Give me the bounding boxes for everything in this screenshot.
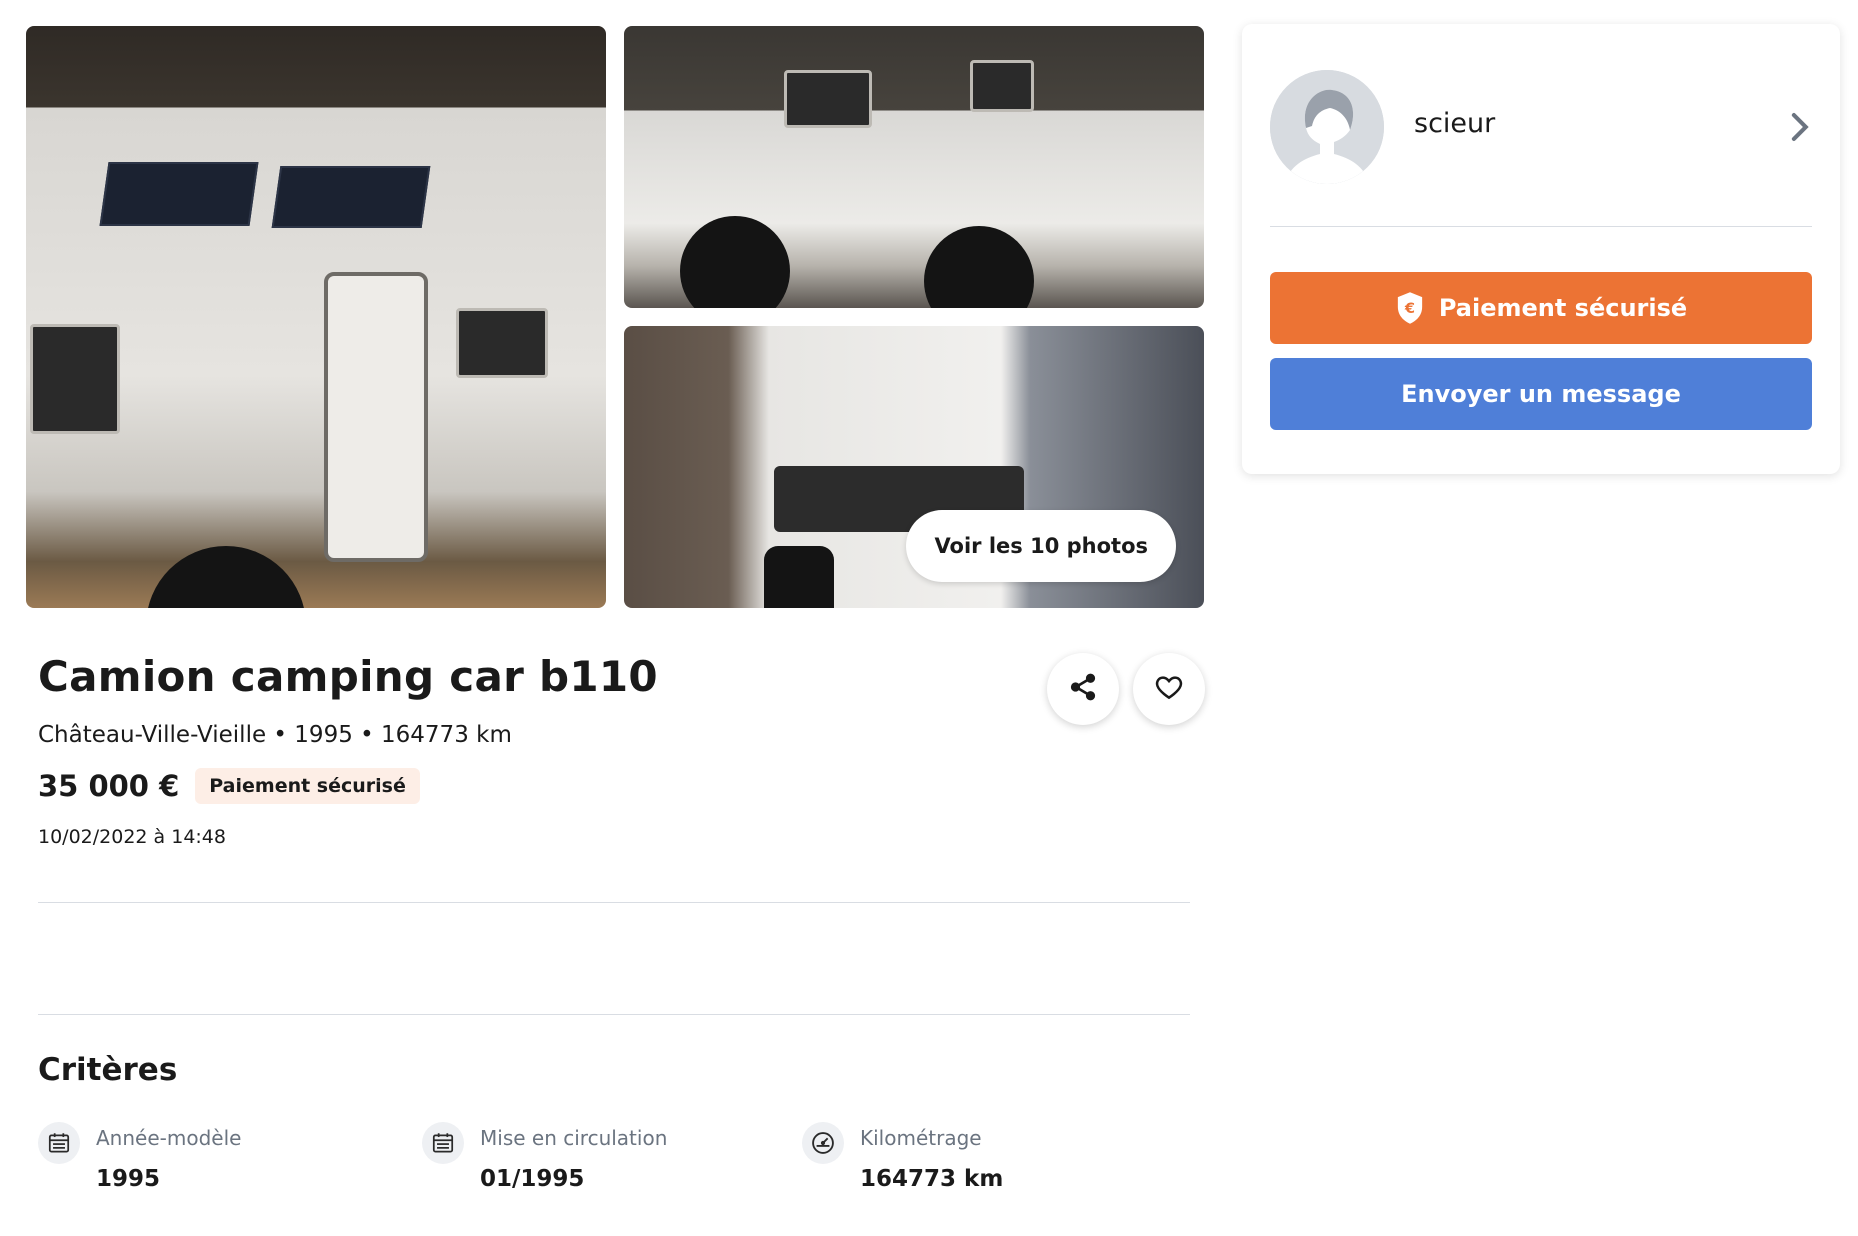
send-message-button[interactable]: Envoyer un message [1270, 358, 1812, 430]
seller-name[interactable]: scieur [1414, 108, 1495, 139]
share-button[interactable] [1047, 653, 1119, 725]
criteria-label: Année-modèle [96, 1126, 242, 1150]
camper-window [970, 60, 1034, 112]
speedometer-icon [802, 1122, 844, 1164]
view-all-photos-button[interactable]: Voir les 10 photos [906, 510, 1176, 582]
share-icon [1068, 672, 1098, 706]
camper-window [456, 308, 548, 378]
calendar-icon [422, 1122, 464, 1164]
camper-window [30, 324, 120, 434]
avatar[interactable] [1270, 70, 1384, 184]
solar-panel [99, 162, 259, 226]
divider [38, 902, 1190, 903]
secure-payment-label: Paiement sécurisé [1438, 294, 1688, 322]
criteria-item-mileage: Kilométrage 164773 km [802, 1122, 1003, 1192]
criteria-item-registration: Mise en circulation 01/1995 [422, 1122, 667, 1192]
secure-payment-button[interactable]: € Paiement sécurisé [1270, 272, 1812, 344]
listing-price: 35 000 € [38, 769, 180, 803]
favorite-button[interactable] [1133, 653, 1205, 725]
wheel [146, 546, 306, 608]
criteria-value: 164773 km [860, 1166, 1004, 1192]
criteria-value: 01/1995 [480, 1166, 585, 1192]
price-row: 35 000 € Paiement sécurisé [38, 768, 420, 804]
criteria-item-model-year: Année-modèle 1995 [38, 1122, 241, 1192]
solar-panel [271, 166, 431, 228]
secondary-photo[interactable] [624, 26, 1204, 308]
criteria-label: Mise en circulation [480, 1126, 668, 1150]
listing-title: Camion camping car b110 [38, 652, 658, 701]
calendar-icon [38, 1122, 80, 1164]
svg-text:€: € [1404, 300, 1415, 317]
euro-shield-icon: € [1395, 291, 1425, 325]
criteria-value: 1995 [96, 1166, 161, 1192]
photo-gallery: Voir les 10 photos [26, 26, 1204, 608]
divider [1270, 226, 1812, 227]
wheel [924, 226, 1034, 308]
divider [38, 1014, 1190, 1015]
wheel [764, 546, 834, 608]
secure-payment-badge: Paiement sécurisé [195, 768, 420, 804]
seller-card: scieur € Paiement sécurisé Envoyer un me… [1242, 24, 1840, 474]
criteria-heading: Critères [38, 1052, 178, 1088]
listing-date: 10/02/2022 à 14:48 [38, 826, 226, 848]
wheel [680, 216, 790, 308]
heart-icon [1154, 672, 1184, 706]
main-photo[interactable] [26, 26, 606, 608]
criteria-label: Kilométrage [860, 1126, 982, 1150]
listing-location-year-km: Château-Ville-Vieille • 1995 • 164773 km [38, 722, 512, 748]
chevron-right-icon[interactable] [1788, 110, 1810, 148]
camper-window [784, 70, 872, 128]
camper-door [324, 272, 428, 562]
secondary-photo[interactable]: Voir les 10 photos [624, 326, 1204, 608]
